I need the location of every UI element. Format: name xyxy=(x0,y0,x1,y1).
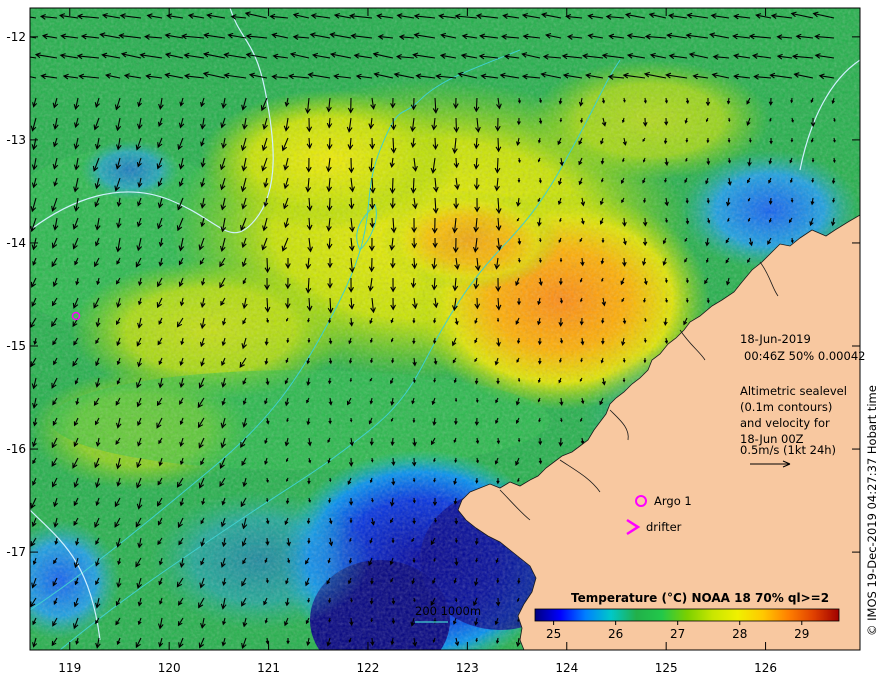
lon-label: 125 xyxy=(655,661,678,675)
info-date: 18-Jun-2019 xyxy=(740,332,811,346)
colorbar-title: Temperature (°C) NOAA 18 70% ql>=2 xyxy=(571,591,829,605)
colorbar-tick-label: 28 xyxy=(732,627,747,641)
legend-line-3: and velocity for xyxy=(740,416,830,430)
legend-line-5: 0.5m/s (1kt 24h) xyxy=(740,443,836,457)
lat-label: -17 xyxy=(6,545,26,559)
lon-label: 121 xyxy=(257,661,280,675)
sst-map: 119 120 121 122 123 124 125 126 -12 -13 -14 -15 -16 -… xyxy=(6,7,879,675)
colorbar-tick-label: 27 xyxy=(670,627,685,641)
lat-label: -13 xyxy=(6,133,26,147)
lat-label: -16 xyxy=(6,442,26,456)
sst-field xyxy=(30,8,860,650)
info-time: 00:46Z 50% 0.00042 xyxy=(744,349,865,363)
colorbar-tick-label: 25 xyxy=(546,627,561,641)
legend-line-1: Altimetric sealevel xyxy=(740,384,847,398)
lon-label: 120 xyxy=(158,661,181,675)
lon-label: 126 xyxy=(754,661,777,675)
colorbar-tick-label: 29 xyxy=(794,627,809,641)
lon-label: 123 xyxy=(456,661,479,675)
lat-label: -15 xyxy=(6,339,26,353)
lat-label: -14 xyxy=(6,236,26,250)
lon-label: 119 xyxy=(58,661,81,675)
bathymetry-label: 200 1000m xyxy=(415,604,481,618)
lon-label: 124 xyxy=(555,661,578,675)
colorbar-tick-label: 26 xyxy=(608,627,623,641)
lat-label: -12 xyxy=(6,30,26,44)
colorbar-bar xyxy=(534,608,840,622)
lon-label: 122 xyxy=(357,661,380,675)
argo-label: Argo 1 xyxy=(654,494,692,508)
drifter-label: drifter xyxy=(646,520,682,534)
credit-text: © IMOS 19-Dec-2019 04:27:37 Hobart time xyxy=(865,385,879,636)
legend-line-2: (0.1m contours) xyxy=(740,400,832,414)
